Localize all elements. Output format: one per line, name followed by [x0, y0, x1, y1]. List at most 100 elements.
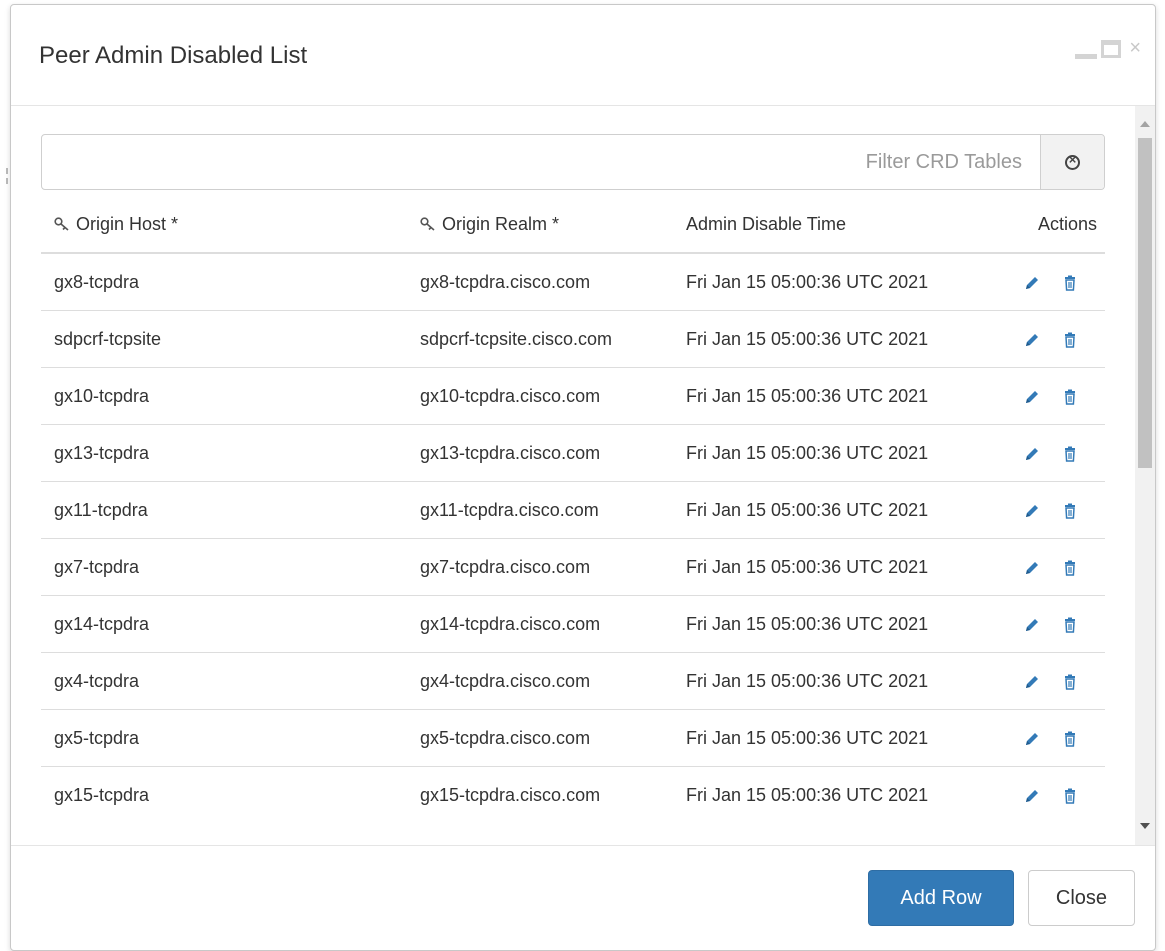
- table-row: gx5-tcpdra gx5-tcpdra.cisco.com Fri Jan 15…: [41, 709, 1105, 767]
- minimize-icon[interactable]: [1075, 39, 1098, 61]
- delete-icon[interactable]: [1061, 331, 1079, 349]
- delete-icon[interactable]: [1061, 730, 1079, 748]
- add-row-button[interactable]: Add Row: [868, 870, 1014, 926]
- column-label: Origin Realm *: [442, 213, 560, 234]
- window-controls: ×: [1075, 38, 1141, 63]
- cell-admin-disable-time: Fri Jan 15 05:00:36 UTC 2021: [673, 766, 999, 823]
- edit-icon[interactable]: [1023, 445, 1041, 463]
- cell-admin-disable-time: Fri Jan 15 05:00:36 UTC 2021: [673, 709, 999, 767]
- cell-origin-host: gx10-tcpdra: [41, 367, 407, 425]
- key-icon: [54, 216, 69, 231]
- column-label: Admin Disable Time: [686, 213, 847, 234]
- peer-admin-disabled-dialog: Peer Admin Disabled List × Filter CRD Ta…: [10, 4, 1156, 951]
- close-icon[interactable]: ×: [1129, 38, 1141, 58]
- delete-icon[interactable]: [1061, 274, 1079, 292]
- cell-origin-realm: gx13-tcpdra.cisco.com: [407, 424, 673, 482]
- scroll-up-icon[interactable]: [1135, 114, 1155, 134]
- cell-actions: [999, 253, 1105, 311]
- table-row: gx15-tcpdra gx15-tcpdra.cisco.com Fri Jan …: [41, 766, 1105, 823]
- filter-input[interactable]: [42, 135, 1042, 189]
- cell-origin-realm: gx8-tcpdra.cisco.com: [420, 271, 591, 292]
- column-origin-realm[interactable]: Origin Realm *: [407, 196, 673, 254]
- table-row: gx4-tcpdra gx4-tcpdra.cisco.com Fri Jan 15…: [41, 652, 1105, 710]
- edit-icon[interactable]: [1023, 502, 1041, 520]
- edit-icon[interactable]: [1023, 673, 1041, 691]
- table-row: gx8-tcpdra gx8-tcpdra.cisco.com Fri Jan 15…: [41, 253, 1105, 311]
- cell-origin-realm: sdpcrf-tcpsite.cisco.com: [407, 310, 673, 368]
- cell-actions: [999, 481, 1105, 539]
- table-row: gx13-tcpdra gx13-tcpdra.cisco.com Fri Jan …: [41, 424, 1105, 482]
- cell-origin-realm: gx7-tcpdra.cisco.com: [407, 538, 673, 596]
- filter-clear-button[interactable]: [1040, 135, 1104, 189]
- cell-origin-realm: gx4-tcpdra.cisco.com: [407, 652, 673, 710]
- cell-admin-disable-time: Fri Jan 15 05:00:36 UTC 2021: [673, 367, 999, 425]
- key-icon: [420, 216, 435, 231]
- dialog-header: Peer Admin Disabled List ×: [11, 5, 1155, 106]
- edit-icon[interactable]: [1023, 730, 1041, 748]
- delete-icon[interactable]: [1061, 616, 1079, 634]
- delete-icon[interactable]: [1061, 388, 1079, 406]
- cell-origin-realm: gx10-tcpdra.cisco.com: [407, 367, 673, 425]
- scrollbar-thumb[interactable]: [1138, 138, 1152, 468]
- cell-admin-disable-time: Fri Jan 15 05:00:36 UTC 2021: [673, 424, 999, 482]
- cell-origin-host: gx8-tcpdra: [54, 271, 140, 292]
- table-row: gx14-tcpdra gx14-tcpdra.cisco.com Fri Jan …: [41, 595, 1105, 653]
- cell-origin-host: gx14-tcpdra: [41, 595, 407, 653]
- column-actions: Actions: [999, 196, 1105, 254]
- table-row: gx11-tcpdra gx11-tcpdra.cisco.com Fri Jan …: [41, 481, 1105, 539]
- cell-origin-realm: gx15-tcpdra.cisco.com: [407, 766, 673, 823]
- delete-icon[interactable]: [1061, 787, 1079, 805]
- column-origin-host[interactable]: Origin Host *: [41, 196, 407, 254]
- delete-icon[interactable]: [1061, 673, 1079, 691]
- maximize-icon[interactable]: [1101, 40, 1122, 58]
- cell-admin-disable-time: Fri Jan 15 05:00:36 UTC 2021: [673, 595, 999, 653]
- column-label: Actions: [1037, 213, 1097, 234]
- cell-actions: [999, 310, 1105, 368]
- delete-icon[interactable]: [1061, 445, 1079, 463]
- scroll-down-icon[interactable]: [1135, 816, 1155, 836]
- delete-icon[interactable]: [1061, 559, 1079, 577]
- edit-icon[interactable]: [1023, 331, 1041, 349]
- edit-icon[interactable]: [1023, 559, 1041, 577]
- cell-actions: [999, 367, 1105, 425]
- background-edge: [0, 0, 10, 951]
- edit-icon[interactable]: [1023, 787, 1041, 805]
- cell-admin-disable-time: Fri Jan 15 05:00:36 UTC 2021: [673, 538, 999, 596]
- table-body: gx8-tcpdra gx8-tcpdra.cisco.com Fri Jan 15…: [41, 253, 1105, 823]
- column-label: Origin Host *: [76, 213, 179, 234]
- table-row: gx7-tcpdra gx7-tcpdra.cisco.com Fri Jan 15…: [41, 538, 1105, 596]
- cell-admin-disable-time: Fri Jan 15 05:00:36 UTC 2021: [673, 310, 999, 368]
- delete-icon[interactable]: [1061, 502, 1079, 520]
- cell-origin-realm: gx5-tcpdra.cisco.com: [407, 709, 673, 767]
- cell-actions: [999, 424, 1105, 482]
- cell-origin-host: gx4-tcpdra: [41, 652, 407, 710]
- dialog-body: Origin Host * Origin Realm * Admin Disab…: [11, 106, 1155, 846]
- cell-actions: [999, 766, 1105, 823]
- cell-actions: [999, 595, 1105, 653]
- edit-icon[interactable]: [1023, 274, 1041, 292]
- cell-actions: [999, 709, 1105, 767]
- background-tick: [6, 178, 8, 184]
- edit-icon[interactable]: [1023, 616, 1041, 634]
- cell-actions: [999, 538, 1105, 596]
- peer-table: Origin Host * Origin Realm * Admin Disab…: [41, 196, 1105, 823]
- cell-admin-disable-time: Fri Jan 15 05:00:36 UTC 2021: [686, 271, 929, 292]
- close-button[interactable]: Close: [1028, 870, 1135, 926]
- table-header-row: Origin Host * Origin Realm * Admin Disab…: [41, 196, 1105, 254]
- cell-admin-disable-time: Fri Jan 15 05:00:36 UTC 2021: [673, 481, 999, 539]
- cell-origin-realm: gx14-tcpdra.cisco.com: [407, 595, 673, 653]
- cell-origin-host: gx5-tcpdra: [41, 709, 407, 767]
- vertical-scrollbar[interactable]: [1135, 106, 1155, 846]
- background-tick: [6, 168, 8, 174]
- cell-origin-realm: gx11-tcpdra.cisco.com: [407, 481, 673, 539]
- filter-group: [41, 134, 1105, 190]
- dialog-title: Peer Admin Disabled List: [39, 42, 308, 69]
- cell-origin-host: sdpcrf-tcpsite: [41, 310, 407, 368]
- table-row: sdpcrf-tcpsite sdpcrf-tcpsite.cisco.com Fr…: [41, 310, 1105, 368]
- column-admin-disable-time[interactable]: Admin Disable Time: [673, 196, 999, 254]
- cell-actions: [999, 652, 1105, 710]
- dialog-footer: Add Row Close: [11, 845, 1155, 950]
- table-row: gx10-tcpdra gx10-tcpdra.cisco.com Fri Jan …: [41, 367, 1105, 425]
- edit-icon[interactable]: [1023, 388, 1041, 406]
- clear-circle-icon: [1065, 152, 1080, 170]
